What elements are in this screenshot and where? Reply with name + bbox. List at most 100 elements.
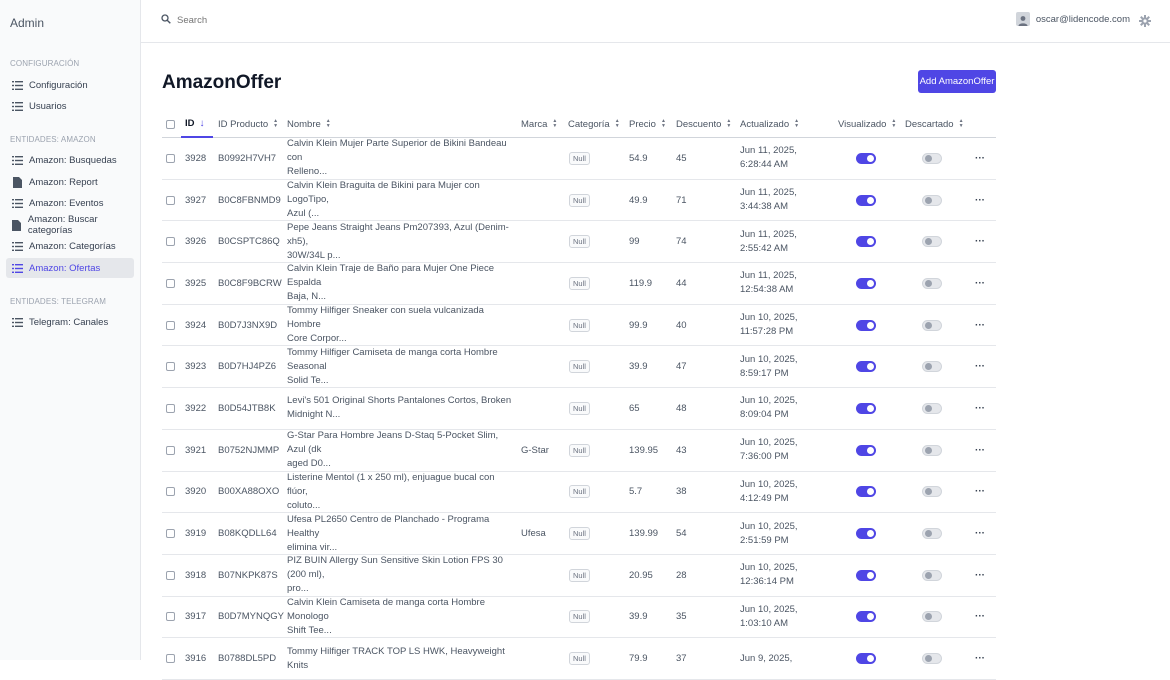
table-row[interactable]: 3920 B00XA88OXO Listerine Mentol (1 x 250 … (162, 472, 996, 514)
visualized-toggle[interactable] (856, 528, 876, 540)
row-checkbox[interactable] (166, 237, 175, 247)
more-options-icon[interactable]: ··· (975, 570, 985, 581)
discarded-toggle[interactable] (922, 444, 942, 456)
column-header-actualizado[interactable]: Actualizado ▲ ▼ (740, 110, 799, 138)
more-options-icon[interactable]: ··· (975, 653, 985, 664)
visualized-toggle[interactable] (856, 277, 876, 289)
discarded-toggle[interactable] (922, 569, 942, 581)
more-options-icon[interactable]: ··· (975, 403, 985, 414)
more-options-icon[interactable]: ··· (975, 236, 985, 247)
table-row[interactable]: 3919 B08KQDLL64 Ufesa PL2650 Centro de Pla… (162, 513, 996, 555)
column-header-visualizado[interactable]: Visualizado ▲ ▼ (838, 110, 896, 138)
discarded-toggle[interactable] (922, 611, 942, 623)
row-checkbox[interactable] (166, 570, 175, 580)
row-checkbox[interactable] (166, 362, 175, 372)
more-options-icon[interactable]: ··· (975, 361, 985, 372)
more-options-icon[interactable]: ··· (975, 195, 985, 206)
discarded-toggle[interactable] (922, 152, 942, 164)
row-checkbox[interactable] (166, 529, 175, 539)
table-row[interactable]: 3928 B0992H7VH7 Calvin Klein Mujer Parte S… (162, 138, 996, 180)
visualized-toggle[interactable] (856, 319, 876, 331)
price-cell: 49.9 (629, 194, 648, 206)
row-checkbox[interactable] (166, 487, 175, 497)
column-header-descuento[interactable]: Descuento ▲ ▼ (676, 110, 731, 138)
table-row[interactable]: 3927 B0C8FBNMD9 Calvin Klein Braguita de B… (162, 180, 996, 222)
visualized-toggle[interactable] (856, 444, 876, 456)
table-row[interactable]: 3926 B0CSPTC86Q Pepe Jeans Straight Jeans … (162, 221, 996, 264)
search-input[interactable] (177, 15, 377, 26)
row-checkbox[interactable] (166, 403, 175, 413)
table-row[interactable]: 3923 B0D7HJ4PZ6 Tommy Hilfiger Camiseta de… (162, 346, 996, 389)
select-all-checkbox[interactable] (166, 119, 175, 129)
sidebar-item-amazon-buscar-categorias[interactable]: Amazon: Buscar categorías (6, 214, 134, 236)
table-row[interactable]: 3916 B0788DL5PD Tommy Hilfiger TRACK TOP L… (162, 638, 996, 680)
sidebar-item-amazon-report[interactable]: Amazon: Report (6, 172, 134, 192)
user-menu[interactable]: oscar@lidencode.com (1015, 12, 1130, 26)
sidebar-item-amazon-categorias[interactable]: Amazon: Categorías (6, 236, 134, 256)
visualized-toggle[interactable] (856, 152, 876, 164)
visualized-toggle[interactable] (856, 402, 876, 414)
id-cell: 3917 (185, 611, 207, 623)
table-row[interactable]: 3921 B0752NJMMP G-Star Para Hombre Jeans D… (162, 430, 996, 472)
toggle-knob (867, 321, 874, 329)
name-cell-line1: Calvin Klein Traje de Baño para Mujer On… (287, 263, 495, 289)
sidebar-item-telegram-canales[interactable]: Telegram: Canales (6, 312, 134, 332)
sidebar-item-amazon-ofertas[interactable]: Amazon: Ofertas (6, 258, 134, 278)
column-header-categoria[interactable]: Categoría ▲ ▼ (568, 110, 620, 138)
sidebar-item-configuracion[interactable]: Configuración (6, 75, 134, 95)
row-checkbox[interactable] (166, 153, 175, 163)
more-options-icon[interactable]: ··· (975, 611, 985, 622)
table-row[interactable]: 3925 B0C8F9BCRW Calvin Klein Traje de Baño… (162, 263, 996, 305)
discarded-toggle-cell (922, 430, 942, 471)
discarded-toggle[interactable] (922, 277, 942, 289)
discarded-toggle[interactable] (922, 528, 942, 540)
sort-icon: ▲ ▼ (614, 118, 620, 129)
more-options-icon[interactable]: ··· (975, 153, 985, 164)
row-checkbox[interactable] (166, 612, 175, 622)
discarded-toggle[interactable] (922, 236, 942, 248)
visualized-toggle[interactable] (856, 486, 876, 498)
visualized-toggle[interactable] (856, 569, 876, 581)
more-options-icon[interactable]: ··· (975, 528, 985, 539)
sidebar-item-amazon-busquedas[interactable]: Amazon: Busquedas (6, 150, 134, 170)
column-header-marca[interactable]: Marca ▲ ▼ (521, 110, 557, 138)
discarded-toggle[interactable] (922, 361, 942, 373)
updated-cell-line1: Jun 10, 2025, (740, 520, 798, 532)
row-checkbox[interactable] (166, 195, 175, 205)
visualized-toggle[interactable] (856, 653, 876, 665)
row-checkbox[interactable] (166, 320, 175, 330)
discarded-toggle[interactable] (922, 486, 942, 498)
table-row[interactable]: 3918 B07NKPK87S PIZ BUIN Allergy Sun Sensi… (162, 555, 996, 597)
visualized-toggle[interactable] (856, 361, 876, 373)
column-header-id-producto[interactable]: ID Producto ▲ ▼ (218, 110, 278, 138)
more-options-icon[interactable]: ··· (975, 278, 985, 289)
column-header-id[interactable]: ID ↓ (181, 110, 213, 138)
sidebar-item-usuarios[interactable]: Usuarios (6, 96, 134, 116)
more-options-icon[interactable]: ··· (975, 320, 985, 331)
column-header-descartado[interactable]: Descartado ▲ ▼ (905, 110, 964, 138)
add-amazonoffer-button[interactable]: Add AmazonOffer (918, 70, 996, 93)
row-checkbox[interactable] (166, 445, 175, 455)
gear-icon[interactable] (1139, 14, 1151, 32)
discarded-toggle[interactable] (922, 319, 942, 331)
discarded-toggle[interactable] (922, 194, 942, 206)
visualized-toggle[interactable] (856, 194, 876, 206)
column-header-precio[interactable]: Precio ▲ ▼ (629, 110, 666, 138)
discarded-toggle[interactable] (922, 653, 942, 665)
visualized-toggle[interactable] (856, 236, 876, 248)
name-cell-line2: Shift Tee... (287, 624, 332, 636)
column-header-nombre[interactable]: Nombre ▲ ▼ (287, 110, 331, 138)
more-options-icon[interactable]: ··· (975, 445, 985, 456)
discarded-toggle[interactable] (922, 402, 942, 414)
visualized-toggle[interactable] (856, 611, 876, 623)
row-checkbox[interactable] (166, 278, 175, 288)
topbar: oscar@lidencode.com (141, 0, 1170, 43)
discarded-toggle-cell (922, 305, 942, 346)
name-cell-line1: Tommy Hilfiger Sneaker con suela vulcani… (287, 305, 484, 331)
table-row[interactable]: 3922 B0D54JTB8K Levi's 501 Original Shorts… (162, 388, 996, 430)
table-row[interactable]: 3917 B0D7MYNQGY Calvin Klein Camiseta de m… (162, 597, 996, 639)
row-checkbox[interactable] (166, 654, 175, 664)
more-options-icon[interactable]: ··· (975, 486, 985, 497)
sidebar-item-amazon-eventos[interactable]: Amazon: Eventos (6, 193, 134, 213)
table-row[interactable]: 3924 B0D7J3NX9D Tommy Hilfiger Sneaker con… (162, 305, 996, 347)
